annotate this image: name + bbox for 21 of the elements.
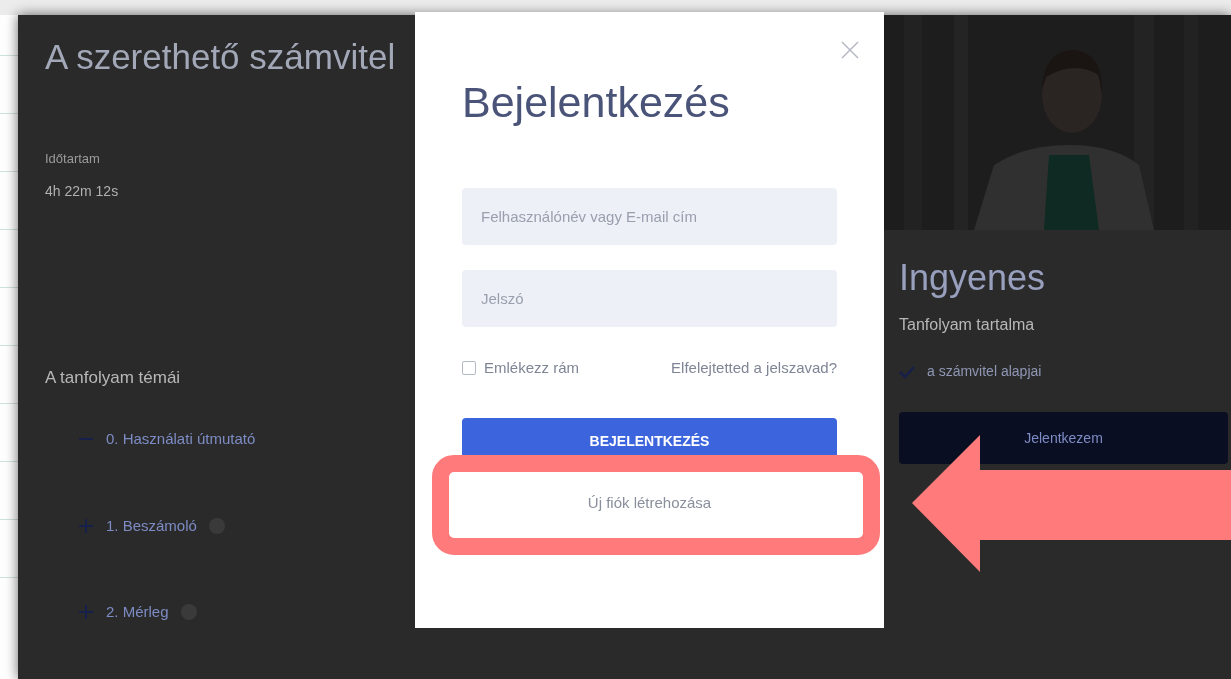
input-field[interactable]: Jelszó (462, 270, 837, 327)
login-button[interactable]: BEJELENTKEZÉS (462, 417, 837, 456)
page-title: A szerethető számvitel (45, 36, 396, 78)
topics-heading: A tanfolyam témái (45, 366, 181, 389)
plus-icon[interactable] (78, 604, 94, 621)
check-icon (899, 364, 915, 379)
forgot-password-link[interactable]: Elfelejtetted a jelszavad? (671, 357, 837, 380)
close-icon[interactable] (840, 40, 860, 60)
topic-link[interactable]: 0. Használati útmutató (106, 428, 256, 451)
dialog-title: Bejelentkezés (462, 77, 730, 128)
plus-icon[interactable] (78, 517, 94, 534)
duration-value: 4h 22m 12s (45, 181, 119, 201)
topic-link[interactable]: 2. Mérleg (106, 601, 169, 624)
price-label: Ingyenes (899, 256, 1046, 300)
enroll-button[interactable]: Jelentkezem (899, 412, 1228, 464)
topic-link[interactable]: 1. Beszámoló (106, 514, 197, 537)
contents-heading: Tanfolyam tartalma (899, 315, 1035, 335)
remember-checkbox[interactable]: Emlékezz rám (462, 357, 580, 380)
duration-label: Időtartam (45, 150, 100, 168)
content-item: a számvitel alapjai (927, 362, 1042, 381)
input-field[interactable]: Felhasználónév vagy E-mail cím (462, 188, 837, 245)
